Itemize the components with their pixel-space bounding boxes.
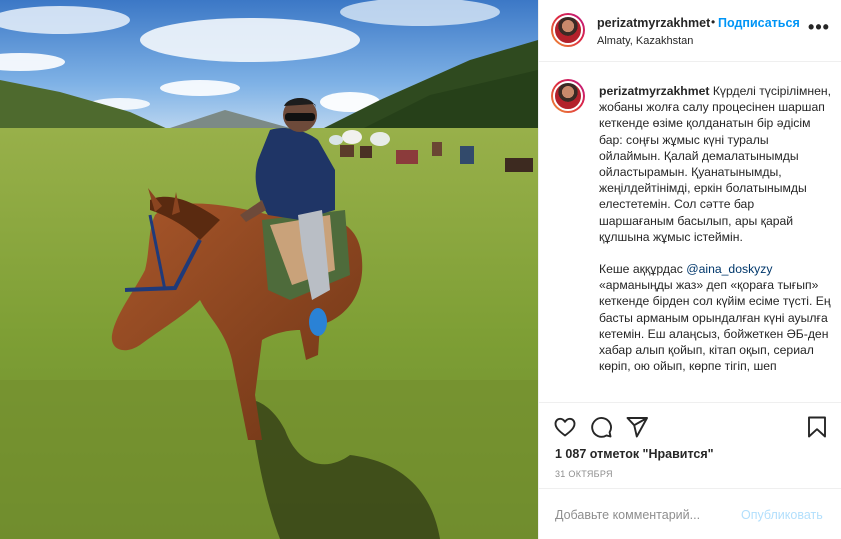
likes-count[interactable]: 1 087 отметок "Нравится" (555, 447, 714, 461)
post-date: 31 ОКТЯБРЯ (555, 469, 613, 479)
caption-username[interactable]: perizatmyrzakhmet (599, 84, 709, 98)
post-caption: perizatmyrzakhmet Күрделі түсірілімнен, … (599, 83, 831, 390)
separator-dot: • (711, 15, 716, 29)
post-sidebar: perizatmyrzakhmet • Подписаться Almaty, … (538, 0, 841, 539)
caption-paragraph-1: Күрделі түсірілімнен, жобаны жолға салу … (599, 84, 831, 244)
add-comment-section: Опубликовать (539, 488, 841, 539)
more-options-icon[interactable]: ••• (807, 18, 831, 43)
post-location[interactable]: Almaty, Kazakhstan (597, 35, 693, 47)
follow-button[interactable]: Подписаться (718, 16, 800, 30)
caption-area: perizatmyrzakhmet Күрделі түсірілімнен, … (539, 63, 841, 402)
author-username[interactable]: perizatmyrzakhmet (597, 16, 710, 30)
caption-paragraph-2-start: Кеше аққұрдас (599, 262, 687, 277)
comment-icon[interactable] (589, 415, 613, 439)
bookmark-icon[interactable] (805, 415, 829, 439)
author-avatar[interactable] (551, 13, 585, 47)
comment-input[interactable] (555, 505, 755, 525)
caption-author-avatar[interactable] (551, 79, 585, 113)
share-icon[interactable] (625, 415, 649, 439)
post-header: perizatmyrzakhmet • Подписаться Almaty, … (539, 0, 841, 62)
post-photo[interactable] (0, 0, 538, 539)
caption-paragraph-2-end: «арманыңды жаз» деп «қорағa тығып» кетке… (599, 278, 831, 374)
horse-riding-photo (0, 0, 538, 539)
mention-link[interactable]: @aina_doskyzy (686, 262, 772, 276)
heart-icon[interactable] (553, 415, 577, 439)
publish-button[interactable]: Опубликовать (741, 508, 823, 522)
